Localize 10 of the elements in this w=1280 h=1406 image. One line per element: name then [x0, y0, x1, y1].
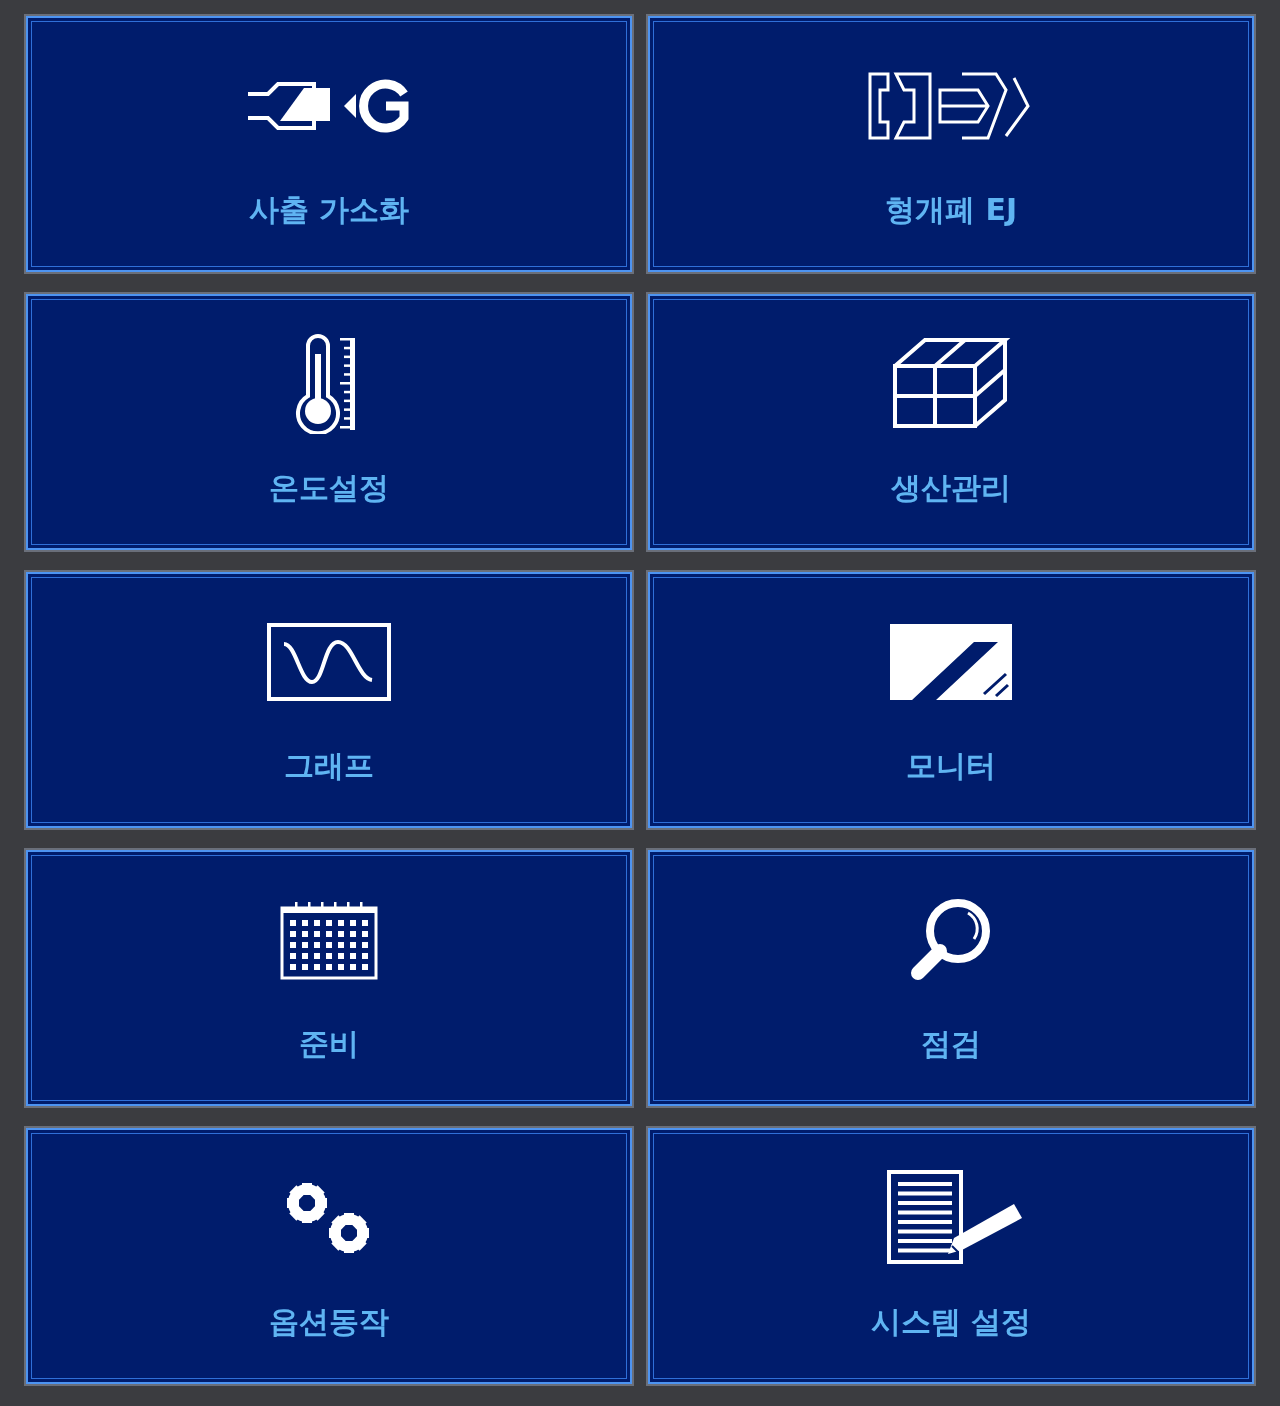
menu-tile[interactable]: 그래프	[26, 572, 632, 828]
menu-tile[interactable]: 생산관리	[648, 294, 1254, 550]
menu-tile[interactable]: 점검	[648, 850, 1254, 1106]
menu-tile[interactable]: 형개폐 EJ	[648, 16, 1254, 272]
menu-tile[interactable]: 온도설정	[26, 294, 632, 550]
menu-tile[interactable]: 시스템 설정	[648, 1128, 1254, 1384]
menu-tile[interactable]: 사출 가소화	[26, 16, 632, 272]
menu-tile[interactable]: 옵션동작	[26, 1128, 632, 1384]
menu-tile[interactable]: 모니터	[648, 572, 1254, 828]
menu-tile[interactable]: 준비	[26, 850, 632, 1106]
